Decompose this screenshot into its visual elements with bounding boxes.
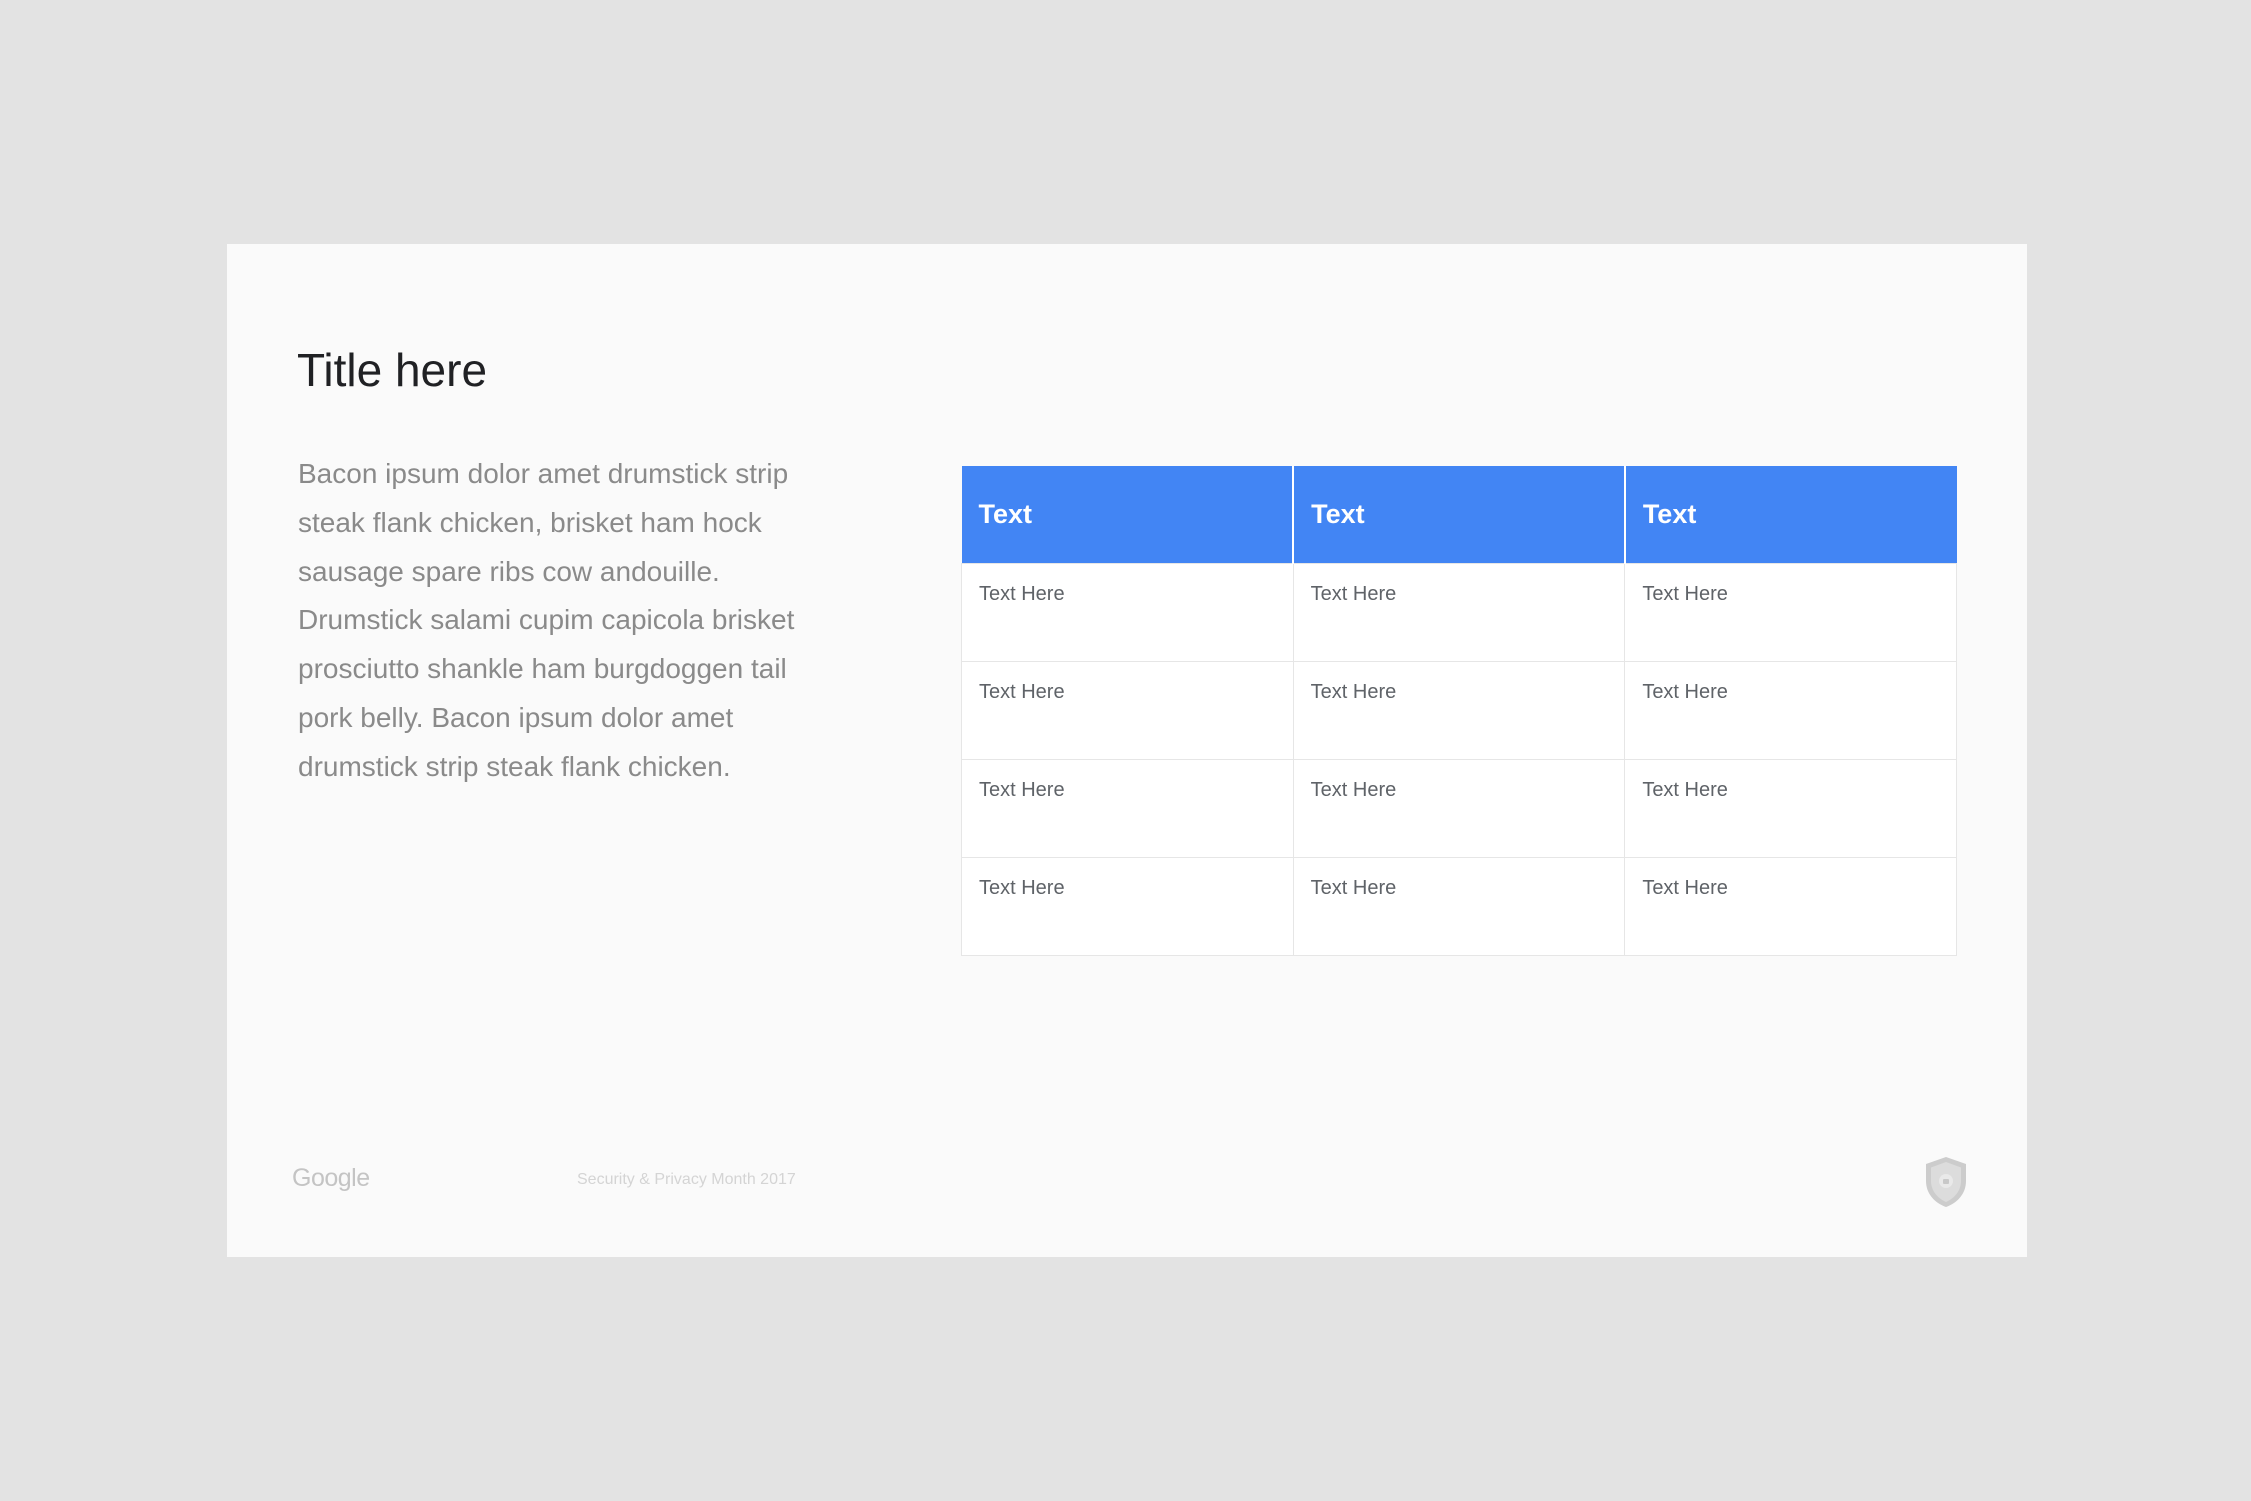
shield-lock-icon	[1926, 1157, 1966, 1207]
table-row: Text Here Text Here Text Here	[961, 660, 1957, 760]
table-header-cell: Text	[961, 466, 1295, 563]
google-logo: Google	[292, 1164, 370, 1192]
data-table: Text Text Text Text Here Text Here Text …	[961, 466, 1957, 956]
table-header-cell: Text	[1624, 466, 1957, 563]
table-cell: Text Here	[1292, 856, 1626, 956]
table-cell: Text Here	[1292, 660, 1626, 760]
table-cell: Text Here	[1624, 562, 1957, 662]
table-cell: Text Here	[1624, 660, 1957, 760]
table-row: Text Here Text Here Text Here	[961, 562, 1957, 662]
footer-caption: Security & Privacy Month 2017	[577, 1171, 796, 1188]
table-cell: Text Here	[961, 856, 1294, 956]
table-cell: Text Here	[961, 562, 1294, 662]
table-cell: Text Here	[1624, 758, 1957, 858]
body-paragraph: Bacon ipsum dolor amet drumstick strip s…	[298, 458, 795, 782]
table-row: Text Here Text Here Text Here	[961, 758, 1957, 858]
slide-title: Title here	[297, 344, 488, 396]
slide: Title here Bacon ipsum dolor amet drumst…	[227, 244, 2027, 1257]
table-header-cell: Text	[1293, 466, 1626, 563]
table-cell: Text Here	[1292, 562, 1626, 662]
table-cell: Text Here	[1624, 856, 1957, 956]
table-cell: Text Here	[961, 660, 1294, 760]
table-header-row: Text Text Text	[961, 466, 1957, 563]
table-cell: Text Here	[961, 758, 1294, 858]
table-row: Text Here Text Here Text Here	[961, 856, 1957, 956]
table-cell: Text Here	[1292, 758, 1626, 858]
